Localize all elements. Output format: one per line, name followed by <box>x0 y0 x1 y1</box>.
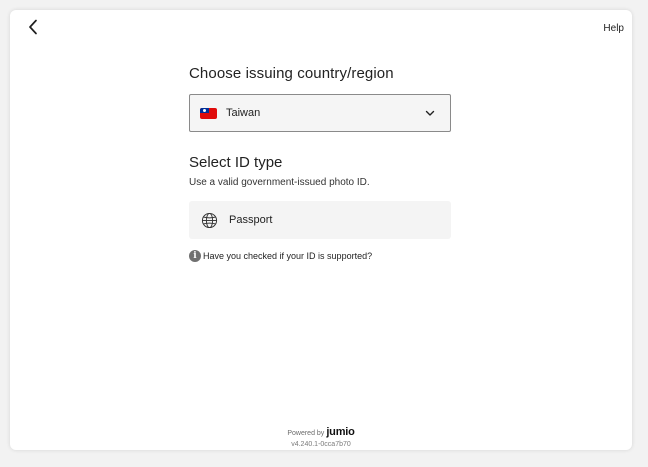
id-option-label: Passport <box>229 214 273 226</box>
chevron-left-icon <box>27 19 39 40</box>
jumio-logo: jumio <box>326 426 355 438</box>
footer: Powered by jumio v4.240.1-0cca7b70 <box>10 422 632 448</box>
id-type-heading: Select ID type <box>189 154 283 171</box>
id-option-passport[interactable]: Passport <box>189 201 451 239</box>
info-icon: i <box>189 250 201 262</box>
powered-by: Powered by jumio <box>287 426 355 438</box>
id-type-subtitle: Use a valid government-issued photo ID. <box>189 177 370 188</box>
chevron-down-icon <box>424 107 436 119</box>
back-button[interactable] <box>22 18 44 40</box>
id-support-text: Have you checked if your ID is supported… <box>203 251 373 261</box>
taiwan-flag-icon <box>200 107 217 119</box>
help-link[interactable]: Help <box>603 23 624 34</box>
globe-icon <box>200 211 218 229</box>
main-content: Choose issuing country/region Taiwan Sel… <box>189 65 453 262</box>
selected-country: Taiwan <box>226 107 261 119</box>
verification-card: Help Choose issuing country/region Taiwa… <box>10 10 632 450</box>
version-label: v4.240.1-0cca7b70 <box>291 441 351 448</box>
powered-by-text: Powered by <box>287 430 325 437</box>
country-heading: Choose issuing country/region <box>189 65 394 82</box>
country-select[interactable]: Taiwan <box>189 94 451 132</box>
id-support-link[interactable]: i Have you checked if your ID is support… <box>189 250 372 262</box>
